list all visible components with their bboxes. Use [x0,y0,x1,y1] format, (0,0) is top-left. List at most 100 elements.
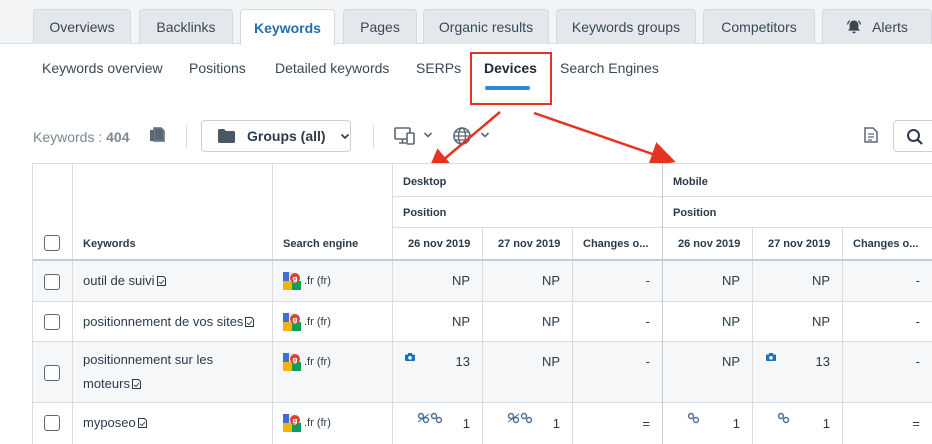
keywords-count-label: Keywords : [33,129,107,145]
position-value: NP [541,314,560,329]
document-icon[interactable] [156,276,166,286]
camera-icon[interactable] [766,353,776,361]
tab-label: Alerts [872,19,908,35]
desktop-change: - [573,302,663,342]
desktop-pos-1: NP [393,302,483,342]
svg-text:g: g [293,275,298,283]
header-mobile-date-2[interactable]: 27 nov 2019 [753,228,843,260]
tab-backlinks[interactable]: Backlinks [139,9,233,44]
subnav-detailed-keywords[interactable]: Detailed keywords [275,60,389,76]
tab-keywords-groups[interactable]: Keywords groups [556,9,696,44]
tab-keywords[interactable]: Keywords [240,9,335,45]
position-value: NP [541,354,560,369]
position-value: NP [721,314,740,329]
table-row [33,403,73,444]
keyword-cell: outil de suivi [73,261,273,302]
export-document-icon[interactable] [864,127,878,143]
header-date-label: 27 nov 2019 [768,238,831,250]
sitelinks-icon[interactable] [507,412,533,424]
header-search-engine[interactable]: Search engine [273,164,393,260]
engine-label: .fr (fr) [304,417,331,429]
mobile-pos-2: NP [753,261,843,302]
position-value: 1 [462,416,470,431]
chevron-down-icon[interactable] [423,130,433,140]
desktop-pos-2: NP [483,302,573,342]
row-checkbox[interactable] [44,274,60,290]
row-checkbox[interactable] [44,365,60,381]
row-checkbox[interactable] [44,314,60,330]
tab-pages[interactable]: Pages [343,9,417,44]
position-value: NP [721,354,740,369]
tab-label: Organic results [438,19,534,35]
link-icon[interactable] [777,412,791,424]
toolbar: Keywords : 404 Groups (all) [0,118,932,156]
header-changes-label: Changes o... [583,238,649,250]
header-mobile-date-1[interactable]: 26 nov 2019 [663,228,753,260]
document-icon[interactable] [131,379,141,389]
mobile-pos-1: NP [663,342,753,403]
keywords-devices-table: Keywords Search engine Desktop Position … [32,163,932,444]
position-value: NP [541,273,560,288]
table-row [33,342,73,403]
engine-cell: g .fr (fr) [273,342,393,403]
header-date-label: 26 nov 2019 [678,238,741,250]
position-value: 1 [822,416,830,431]
globe-icon[interactable] [452,126,472,146]
keyword-text[interactable]: outil de suivi [83,273,155,288]
position-value: 13 [455,354,470,369]
subnav-keywords-overview[interactable]: Keywords overview [42,60,163,76]
copy-icon[interactable] [149,127,165,145]
google-france-icon: g [283,353,301,371]
link-icon[interactable] [687,412,701,424]
header-mobile-position: Position [663,197,932,228]
groups-dropdown[interactable]: Groups (all) [201,120,351,152]
tab-overviews[interactable]: Overviews [33,9,131,44]
search-button[interactable] [893,120,932,152]
keyword-text[interactable]: moteurs [83,376,130,391]
keyword-text[interactable]: positionnement sur les [83,348,213,372]
position-value: 1 [552,416,560,431]
header-desktop-date-1[interactable]: 26 nov 2019 [393,228,483,260]
change-value: - [915,273,920,288]
subnav-positions[interactable]: Positions [189,60,246,76]
camera-icon[interactable] [405,353,415,361]
chevron-down-icon[interactable] [480,130,490,140]
device-filter-icon[interactable] [394,126,416,146]
toolbar-divider [186,126,187,148]
google-france-icon: g [283,414,301,432]
change-value: - [645,314,650,329]
keyword-text[interactable]: positionnement de vos sites [83,314,243,329]
desktop-change: - [573,342,663,403]
table-row [33,302,73,342]
engine-label: .fr (fr) [304,275,331,287]
keyword-text[interactable]: myposeo [83,415,136,430]
document-icon[interactable] [245,317,255,327]
tab-alerts[interactable]: Alerts [822,9,932,44]
position-value: NP [721,273,740,288]
change-value: = [642,416,650,431]
change-value: - [645,354,650,369]
tab-competitors[interactable]: Competitors [703,9,815,44]
subnav-search-engines[interactable]: Search Engines [560,60,659,76]
mobile-pos-2: 13 [753,342,843,403]
select-all-checkbox[interactable] [44,235,60,251]
sitelinks-icon[interactable] [417,412,443,424]
mobile-change: = [843,403,932,444]
tab-label: Backlinks [156,19,216,35]
row-checkbox[interactable] [44,415,60,431]
keywords-count-value: 404 [106,129,130,145]
subnav-serps[interactable]: SERPs [416,60,461,76]
header-desktop-changes[interactable]: Changes o... [573,228,663,260]
header-keywords-label: Keywords [83,238,136,250]
header-desktop-date-2[interactable]: 27 nov 2019 [483,228,573,260]
header-desktop-group: Desktop [393,164,663,197]
document-icon[interactable] [137,418,147,428]
tab-organic-results[interactable]: Organic results [423,9,549,44]
position-value: NP [451,314,470,329]
header-mobile-changes[interactable]: Changes o... [843,228,932,260]
position-value: NP [451,273,470,288]
mobile-pos-1: NP [663,261,753,302]
header-keywords[interactable]: Keywords [73,164,273,260]
keyword-cell: myposeo [73,403,273,444]
header-mobile-group: Mobile [663,164,932,197]
